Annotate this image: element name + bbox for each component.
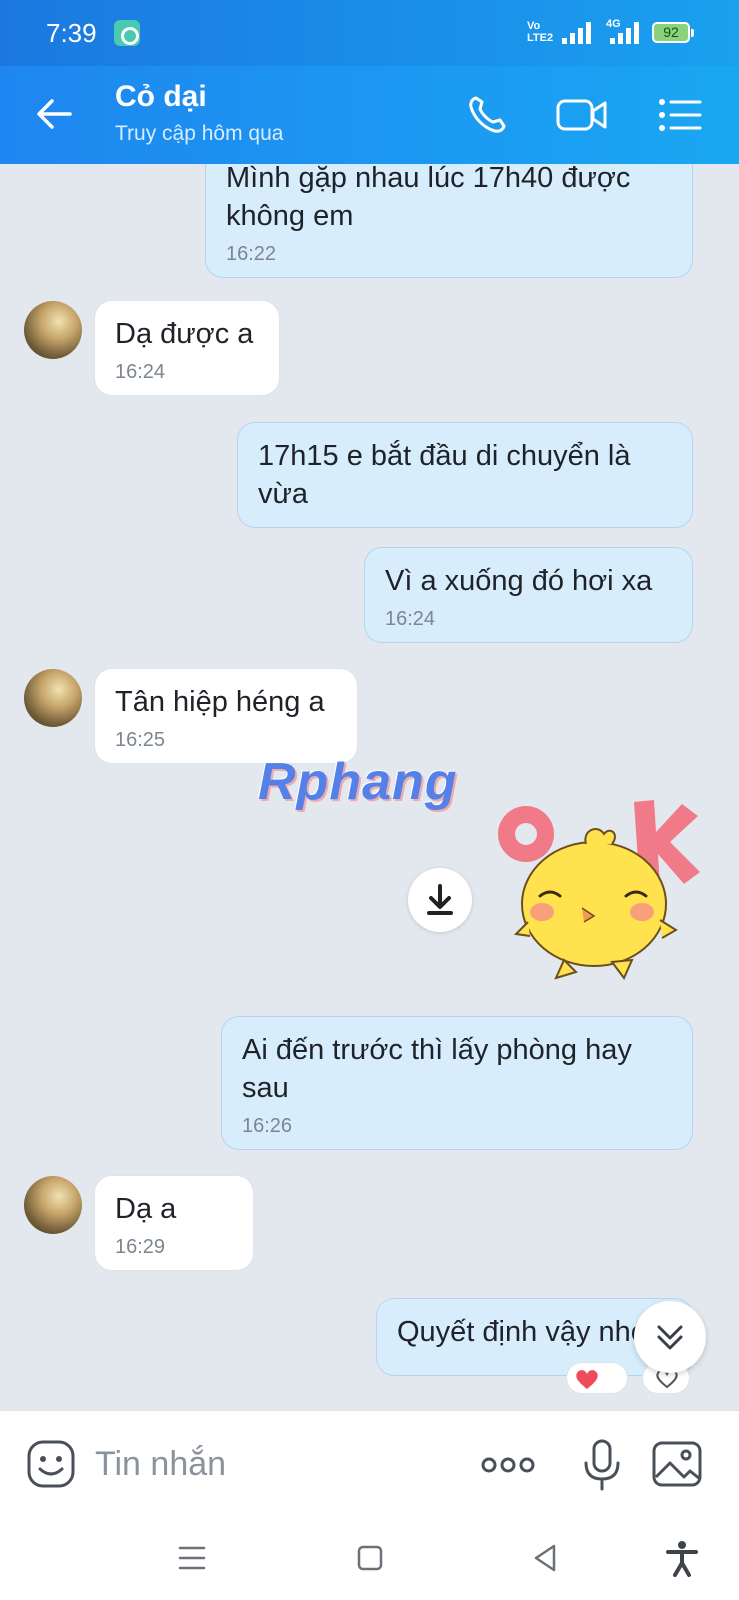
watermark-logo: Rphang [258,753,458,811]
system-nav-bar [0,1518,739,1600]
message-time: 16:24 [115,361,166,383]
message-text: 17h15 e bắt đầu di chuyển là vừa [258,440,631,510]
menu-list-icon[interactable] [656,90,706,140]
message-input-bar: Tin nhắn [0,1410,739,1518]
microphone-icon[interactable] [574,1437,630,1493]
message-bubble-sent[interactable]: 17h15 e bắt đầu di chuyển là vừa [237,422,693,528]
message-time: 16:29 [115,1236,166,1258]
message-text: Quyết định vậy nhé [397,1316,647,1348]
signal-strength-2-icon [610,20,640,44]
image-icon[interactable] [650,1437,706,1493]
message-text: Ai đến trước thì lấy phòng hay sau [242,1034,632,1104]
message-text: Vì a xuống đó hơi xa [385,565,653,597]
message-input[interactable]: Tin nhắn [95,1445,226,1484]
message-bubble-sent[interactable]: Vì a xuống đó hơi xa 16:24 [364,547,693,643]
avatar[interactable] [24,1176,82,1234]
back-icon[interactable] [526,1538,566,1578]
avatar[interactable] [24,669,82,727]
contact-name[interactable]: Cỏ dại [115,80,207,114]
status-time: 7:39 [46,18,97,48]
battery-icon: 92 [652,22,694,43]
emoji-icon[interactable] [26,1439,76,1489]
avatar[interactable] [24,301,82,359]
message-bubble-received[interactable]: Dạ được a 16:24 [94,300,280,396]
message-bubble-sent[interactable]: Mình gặp nhau lúc 17h40 được không em 16… [205,164,693,278]
heart-icon [576,1370,598,1389]
message-text: Dạ a [115,1193,177,1225]
last-seen-status: Truy cập hôm qua [115,122,284,145]
notification-app-icon [114,20,140,46]
reaction-badge[interactable] [566,1362,628,1394]
message-time: 16:22 [226,243,277,265]
phone-icon[interactable] [462,90,512,140]
chat-header: Cỏ dại Truy cập hôm qua [0,66,739,164]
message-bubble-received[interactable]: Tân hiệp héng a 16:25 [94,668,358,764]
signal-strength-icon [562,20,592,44]
home-icon[interactable] [350,1538,390,1578]
volte-indicator: Vo LTE2 [527,20,554,44]
more-icon[interactable] [478,1437,538,1493]
download-button[interactable] [408,868,472,932]
recent-apps-icon[interactable] [172,1538,212,1578]
message-bubble-received[interactable]: Dạ a 16:29 [94,1175,254,1271]
message-time: 16:26 [242,1115,293,1137]
back-arrow-icon[interactable] [30,90,78,138]
scroll-down-icon [657,1325,683,1350]
message-list[interactable]: Mình gặp nhau lúc 17h40 được không em 16… [0,164,739,1410]
message-text: Mình gặp nhau lúc 17h40 được không em [226,164,631,232]
download-icon [427,884,453,915]
message-time: 16:24 [385,608,436,630]
scroll-to-bottom-button[interactable] [634,1301,706,1373]
accessibility-icon[interactable] [662,1538,702,1578]
message-bubble-sent[interactable]: Ai đến trước thì lấy phòng hay sau 16:26 [221,1016,693,1150]
message-text: Tân hiệp héng a [115,686,325,718]
status-bar: 7:39 Vo LTE2 4G 92 [0,0,739,66]
ok-chick-sticker[interactable] [494,792,704,992]
message-text: Dạ được a [115,318,254,350]
message-time: 16:25 [115,729,166,751]
video-call-icon[interactable] [555,90,609,140]
